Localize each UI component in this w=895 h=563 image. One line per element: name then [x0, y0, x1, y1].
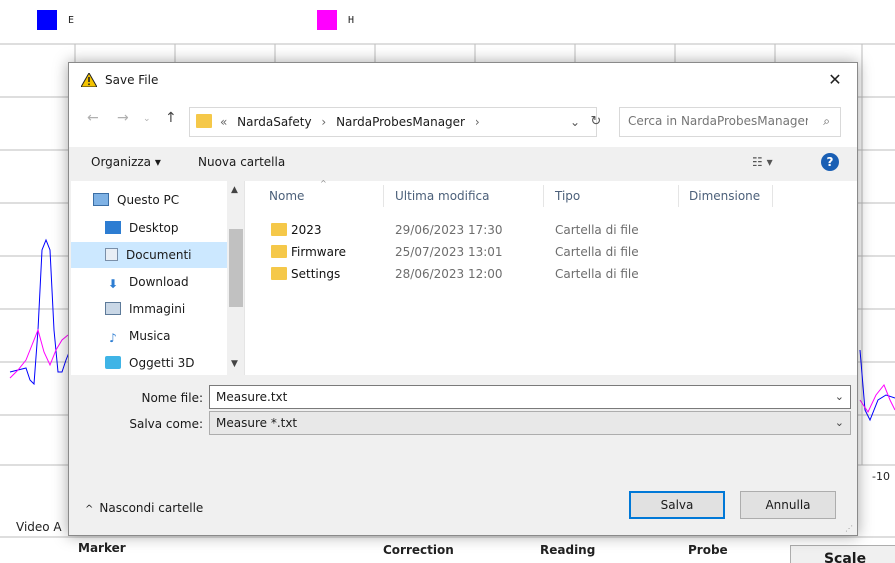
column-header-name[interactable]: Nome — [269, 189, 304, 203]
nav-item-oggetti-3d[interactable]: Oggetti 3D — [105, 350, 235, 375]
breadcrumb-separator[interactable]: › — [475, 115, 480, 129]
breadcrumb-item-nardasafety[interactable]: NardaSafety — [237, 115, 311, 129]
nav-scrollbar[interactable]: ▲ ▼ — [227, 181, 244, 375]
column-divider[interactable] — [543, 185, 544, 207]
save-options: Nome file: Measure.txt ⌄ Salva come: Mea… — [69, 375, 857, 535]
file-row[interactable]: 2023 29/06/2023 17:30 Cartella di file — [265, 219, 825, 241]
filename-value: Measure.txt — [216, 390, 288, 404]
column-header-type[interactable]: Tipo — [555, 189, 580, 203]
folder-icon — [196, 114, 212, 128]
cancel-button[interactable]: Annulla — [740, 491, 836, 519]
new-folder-button[interactable]: Nuova cartella — [198, 155, 285, 169]
legend-label-e: E — [68, 15, 75, 26]
nav-item-musica[interactable]: ♪ Musica — [105, 323, 235, 349]
breadcrumb-separator[interactable]: › — [321, 115, 326, 129]
savetype-value: Measure *.txt — [216, 416, 298, 430]
breadcrumb-item-nardaprobesmanager[interactable]: NardaProbesManager — [336, 115, 465, 129]
nav-item-documenti[interactable]: Documenti — [71, 242, 227, 268]
save-button[interactable]: Salva — [629, 491, 725, 519]
dialog-title: Save File — [105, 73, 159, 87]
command-bar: Organizza ▾ Nuova cartella ☷ ▾ ? — [69, 147, 857, 181]
desktop-icon — [105, 221, 121, 234]
video-label: Video A — [16, 520, 62, 534]
savetype-label: Salva come: — [129, 417, 203, 431]
search-icon[interactable]: ⌕ — [823, 114, 830, 129]
scroll-up-icon[interactable]: ▲ — [231, 185, 238, 195]
scale-button[interactable]: Scale — [790, 545, 895, 563]
search-input[interactable] — [628, 114, 808, 128]
filename-label: Nome file: — [141, 391, 203, 405]
folder-icon — [271, 223, 287, 236]
pictures-icon — [105, 302, 121, 315]
music-icon: ♪ — [109, 331, 117, 345]
dialog-titlebar[interactable]: Save File ✕ — [69, 63, 857, 97]
column-divider[interactable] — [383, 185, 384, 207]
chevron-down-icon[interactable]: ⌄ — [835, 416, 844, 429]
nav-item-desktop[interactable]: Desktop — [105, 215, 235, 241]
axis-tick-label: -10 — [872, 470, 890, 483]
documents-icon — [105, 248, 118, 261]
close-button[interactable]: ✕ — [813, 63, 857, 97]
scroll-down-icon[interactable]: ▼ — [231, 359, 238, 369]
correction-label: Correction — [383, 543, 454, 557]
chevron-down-icon[interactable]: ⌄ — [835, 390, 844, 403]
file-row[interactable]: Firmware 25/07/2023 13:01 Cartella di fi… — [265, 241, 825, 263]
folder-icon — [271, 267, 287, 280]
filename-field[interactable]: Measure.txt ⌄ — [209, 385, 851, 409]
column-header-modified[interactable]: Ultima modifica — [395, 189, 490, 203]
column-divider[interactable] — [678, 185, 679, 207]
search-box[interactable]: ⌕ — [619, 107, 841, 137]
help-button[interactable]: ? — [821, 153, 839, 171]
navigation-pane: Questo PC Desktop Documenti ⬇ Download Im… — [71, 181, 245, 375]
breadcrumb-overflow[interactable]: « — [220, 115, 227, 129]
chevron-up-icon: ^ — [85, 504, 94, 515]
nav-item-download[interactable]: ⬇ Download — [105, 269, 235, 295]
sort-ascending-icon: ^ — [320, 179, 327, 188]
legend-label-h: H — [348, 15, 355, 26]
nav-item-immagini[interactable]: Immagini — [105, 296, 235, 322]
address-bar[interactable]: « NardaSafety › NardaProbesManager › ⌄ — [189, 107, 597, 137]
reading-label: Reading — [540, 543, 596, 557]
scrollbar-thumb[interactable] — [229, 229, 243, 307]
back-arrow-icon[interactable]: ← — [87, 110, 99, 126]
download-icon: ⬇ — [107, 277, 119, 291]
history-dropdown-icon[interactable]: ⌄ — [143, 114, 151, 124]
forward-arrow-icon[interactable]: → — [117, 110, 129, 126]
view-options-icon[interactable]: ☷ ▾ — [752, 155, 773, 169]
hide-folders-toggle[interactable]: ^ Nascondi cartelle — [85, 501, 203, 515]
column-header-size[interactable]: Dimensione — [689, 189, 760, 203]
probe-label: Probe — [688, 543, 728, 557]
savetype-select[interactable]: Measure *.txt ⌄ — [209, 411, 851, 435]
save-file-dialog: Save File ✕ ← → ⌄ ↑ « NardaSafety › Nard… — [68, 62, 858, 536]
breadcrumb: « NardaSafety › NardaProbesManager › — [220, 115, 486, 129]
legend-swatch-e — [37, 10, 57, 30]
marker-label: Marker — [78, 541, 126, 555]
refresh-icon[interactable]: ↻ — [581, 107, 611, 137]
file-list: ^ Nome Ultima modifica Tipo Dimensione 2… — [245, 179, 857, 375]
file-row[interactable]: Settings 28/06/2023 12:00 Cartella di fi… — [265, 263, 825, 285]
organize-menu-button[interactable]: Organizza ▾ — [91, 155, 161, 169]
legend-swatch-h — [317, 10, 337, 30]
computer-icon — [93, 193, 109, 206]
warning-icon — [81, 73, 97, 87]
navigation-bar: ← → ⌄ ↑ « NardaSafety › NardaProbesManag… — [69, 97, 857, 147]
column-divider[interactable] — [772, 185, 773, 207]
up-arrow-icon[interactable]: ↑ — [165, 110, 177, 126]
3d-objects-icon — [105, 356, 121, 369]
nav-item-questo-pc[interactable]: Questo PC — [93, 187, 223, 213]
folder-icon — [271, 245, 287, 258]
resize-grip-icon[interactable]: ⋰ — [845, 524, 853, 533]
